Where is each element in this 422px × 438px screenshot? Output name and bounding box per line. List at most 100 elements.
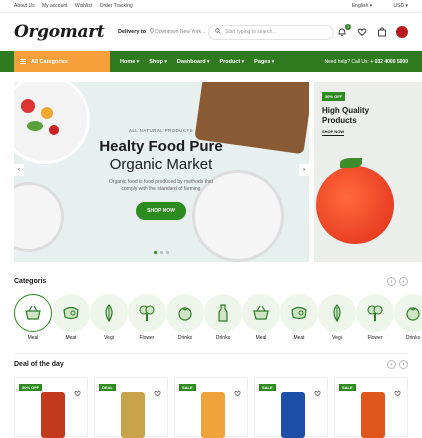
cart-icon[interactable]: [376, 26, 388, 38]
locale-selectors: English ▾ USD ▾: [332, 3, 408, 9]
product-card[interactable]: SALE: [254, 377, 328, 438]
category-item[interactable]: Meal: [242, 294, 280, 341]
shop-now-button[interactable]: SHOP NOW: [136, 202, 186, 220]
broccoli-icon: [139, 305, 155, 321]
category-label: Drinks: [405, 335, 421, 341]
delivery-location[interactable]: Delivery to Downtown New York...: [118, 28, 208, 36]
deals-prev-button[interactable]: ‹: [387, 360, 396, 369]
product-tag: SALE: [179, 384, 196, 391]
category-label: Vegi: [332, 335, 342, 341]
about-us-link[interactable]: About Us: [14, 3, 35, 9]
currency-select[interactable]: USD ▾: [384, 3, 408, 9]
pagination-dot[interactable]: [160, 251, 163, 254]
promo-title-line1: High Quality: [322, 106, 370, 115]
promo-discount-badge: 30% OFF: [322, 92, 346, 101]
promo-card[interactable]: 30% OFF High Quality Products SHOP NOW: [314, 82, 422, 262]
nav-item-dashboard[interactable]: Dashboard: [177, 59, 210, 65]
category-item[interactable]: Flower: [356, 294, 394, 341]
helpline-phone[interactable]: + 032 4000 5000: [370, 59, 408, 65]
apple-leaf-image: [340, 158, 362, 168]
avatar[interactable]: [396, 26, 408, 38]
leaf-icon: [105, 304, 113, 322]
hero-title-line1: Healty Food Pure: [99, 138, 223, 155]
meat-icon: [63, 306, 79, 320]
header: Orgomart Delivery to Downtown New York..…: [0, 13, 422, 51]
promo-shop-now-button[interactable]: SHOP NOW: [322, 129, 345, 136]
main-nav: All Categories Home Shop Dashboard Produ…: [0, 51, 422, 72]
basket-icon: [25, 305, 41, 320]
tomato-plate-image: [14, 182, 64, 252]
currency-value: USD: [393, 3, 405, 9]
wishlist-heart-icon[interactable]: [394, 384, 401, 402]
deals-header: Deal of the day ‹ ›: [14, 360, 408, 369]
category-label: Meat: [293, 335, 305, 341]
hero-title-line2: Organic Market: [109, 156, 213, 173]
all-categories-button[interactable]: All Categories: [14, 51, 110, 72]
product-card[interactable]: SALE: [334, 377, 408, 438]
meat-icon: [291, 306, 307, 320]
order-tracking-link[interactable]: Order Tracking: [100, 3, 133, 9]
promo-title-line2: Products: [322, 116, 357, 125]
nav-item-product[interactable]: Product: [219, 59, 244, 65]
leaf-icon: [333, 304, 341, 322]
heart-icon[interactable]: [356, 26, 368, 38]
bell-icon[interactable]: 3: [336, 24, 351, 38]
category-item[interactable]: Drinks: [204, 294, 242, 341]
product-tag: DEAL: [99, 384, 116, 391]
hero-prev-arrow[interactable]: ‹: [14, 164, 24, 176]
wishlist-heart-icon[interactable]: [234, 384, 241, 402]
hero-next-arrow[interactable]: ›: [299, 164, 309, 176]
category-item[interactable]: Meat: [280, 294, 318, 341]
tomato-icon: [406, 307, 420, 321]
top-links: About Us My account Wishlist Order Track…: [14, 3, 139, 9]
deals-title: Deal of the day: [14, 361, 64, 368]
wishlist-heart-icon[interactable]: [154, 384, 161, 402]
site-logo[interactable]: Orgomart: [14, 22, 118, 42]
notification-badge: 3: [345, 24, 351, 30]
categories-header: Categoris ‹ ›: [14, 277, 408, 286]
section-divider: [14, 353, 408, 354]
wishlist-link[interactable]: Wishlist: [75, 3, 92, 9]
my-account-link[interactable]: My account: [42, 3, 68, 9]
wishlist-heart-icon[interactable]: [314, 384, 321, 402]
wishlist-heart-icon[interactable]: [74, 384, 81, 402]
categories-nav: ‹ ›: [387, 277, 408, 286]
categories-list: Meal Meat Vegi Flower Drinks Drinks Meal…: [14, 294, 422, 341]
product-card[interactable]: 30% OFF: [14, 377, 88, 438]
category-item[interactable]: Meal: [14, 294, 52, 341]
category-item[interactable]: Drinks: [394, 294, 422, 341]
category-item[interactable]: Flower: [128, 294, 166, 341]
helpline-label: Need help? Call Us:: [324, 58, 369, 65]
hero-pagination: [154, 251, 169, 254]
product-card[interactable]: SALE: [174, 377, 248, 438]
language-select[interactable]: English ▾: [342, 3, 372, 9]
promo-title: High Quality Products: [322, 106, 369, 126]
nav-item-shop[interactable]: Shop: [149, 59, 167, 65]
nav-items: Home Shop Dashboard Product Pages: [120, 59, 274, 65]
categories-prev-button[interactable]: ‹: [387, 277, 396, 286]
category-label: Meat: [65, 335, 77, 341]
product-image: [41, 392, 65, 438]
nav-item-pages[interactable]: Pages: [254, 59, 274, 65]
bottle-icon: [218, 304, 228, 322]
tomato-icon: [178, 307, 192, 321]
pagination-dot[interactable]: [154, 251, 157, 254]
category-item[interactable]: Vegi: [318, 294, 356, 341]
language-value: English: [351, 3, 369, 9]
category-item[interactable]: Vegi: [90, 294, 128, 341]
deals-next-button[interactable]: ›: [399, 360, 408, 369]
hero-section: ALL NATURAL PRODUCTS Healty Food Pure Or…: [14, 82, 422, 262]
broccoli-icon: [367, 305, 383, 321]
product-card[interactable]: DEAL: [94, 377, 168, 438]
category-item[interactable]: Drinks: [166, 294, 204, 341]
category-item[interactable]: Meat: [52, 294, 90, 341]
delivery-label: Delivery to: [118, 29, 147, 35]
top-utility-bar: About Us My account Wishlist Order Track…: [0, 0, 422, 13]
categories-next-button[interactable]: ›: [399, 277, 408, 286]
category-label: Drinks: [177, 335, 193, 341]
search-input[interactable]: Start typing to search...: [208, 24, 334, 40]
nav-item-home[interactable]: Home: [120, 59, 139, 65]
product-tag: SALE: [339, 384, 356, 391]
pagination-dot[interactable]: [166, 251, 169, 254]
delivery-location-value: Downtown New York...: [155, 29, 206, 35]
